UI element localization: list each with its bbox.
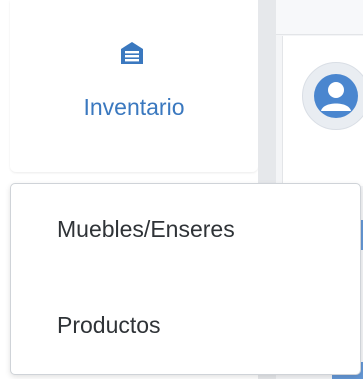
warehouse-icon <box>120 40 144 66</box>
menu-item-productos[interactable]: Productos <box>11 296 360 356</box>
sidebar-item-label: Inventario <box>83 94 185 120</box>
top-bar <box>276 0 363 35</box>
user-avatar[interactable] <box>302 62 363 130</box>
user-avatar-icon <box>314 74 358 118</box>
menu-item-label: Muebles/Enseres <box>57 216 235 242</box>
menu-item-muebles-enseres[interactable]: Muebles/Enseres <box>11 200 360 260</box>
inventario-dropdown-menu: Muebles/Enseres Productos <box>10 183 361 375</box>
menu-item-label: Productos <box>57 312 161 338</box>
sidebar-item-inventario[interactable]: Inventario <box>10 0 258 172</box>
